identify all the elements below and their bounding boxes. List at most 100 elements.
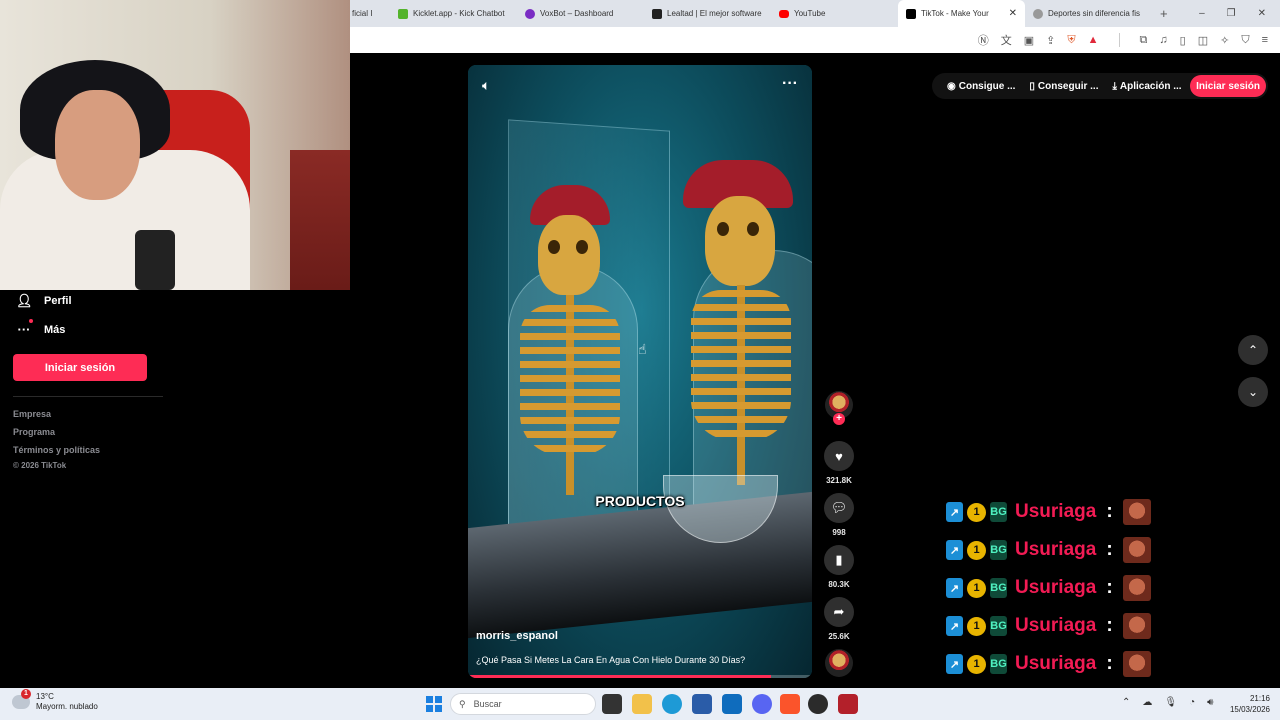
more-options-icon[interactable]: ··· (782, 75, 798, 93)
footer-link-terms[interactable]: Términos y políticas (13, 445, 100, 455)
sound-disc[interactable] (822, 649, 856, 677)
window-controls: – ❐ ✕ (1199, 8, 1280, 19)
ribcage (520, 305, 620, 455)
share-button[interactable]: ➦ 25.6K (822, 597, 856, 641)
leo-icon[interactable]: ✧ (1220, 34, 1229, 47)
clock[interactable]: 21:16 15/03/2026 (1224, 693, 1270, 715)
discord-icon[interactable] (752, 694, 772, 714)
edge-icon[interactable] (662, 694, 682, 714)
date: 15/03/2026 (1229, 705, 1270, 714)
vpn-icon[interactable]: ⛉ (1241, 34, 1249, 47)
get-coins-link[interactable]: ◉ Consigue ... (940, 81, 1022, 92)
badge-icon: BG (990, 578, 1007, 598)
footer-link-company[interactable]: Empresa (13, 409, 51, 419)
windows-logo-tile (426, 705, 433, 712)
video-player[interactable]: 🔈︎ ··· PRODUCTOS ☝︎ morris_espanol ¿Qué … (468, 65, 812, 678)
desktop-app-link[interactable]: ⤓ Aplicación ... (1105, 81, 1188, 92)
video-author[interactable]: morris_espanol (476, 630, 558, 642)
footer-link-program[interactable]: Programa (13, 427, 55, 437)
skull (705, 196, 775, 286)
start-button[interactable] (426, 696, 442, 712)
brave-shield-icon[interactable]: ⛨ (1067, 34, 1075, 47)
wifi-icon[interactable]: ◔ (1189, 697, 1195, 708)
chat-separator: : (1106, 539, 1113, 560)
comment-icon: 💬︎ (824, 493, 854, 523)
browser-tab[interactable]: YouTube (771, 0, 898, 27)
volume-icon[interactable]: 🔈︎ (482, 77, 490, 94)
store-icon[interactable] (692, 694, 712, 714)
microphone-icon[interactable]: 🎙︎ (1164, 697, 1177, 708)
screenshot-icon[interactable]: ▣ (1024, 34, 1034, 47)
badge-icon: BG (990, 540, 1007, 560)
sidebar-item-profile[interactable]: 👤︎ Perfil (16, 293, 72, 309)
chat-separator: : (1106, 615, 1113, 636)
close-window-button[interactable]: ✕ (1258, 8, 1266, 19)
outlook-icon[interactable] (722, 694, 742, 714)
save-button[interactable]: ▮ 80.3K (822, 545, 856, 589)
video-progress-bar[interactable] (468, 675, 812, 678)
wallet-icon[interactable]: ◫ (1198, 34, 1208, 47)
next-video-button[interactable]: ⌄ (1238, 377, 1268, 407)
chat-message: ↗ 1 BG Usuriaga : (946, 574, 1151, 602)
previous-video-button[interactable]: ⌃ (1238, 335, 1268, 365)
taskbar-search[interactable]: ⚲ Buscar (450, 693, 596, 715)
new-tab-button[interactable]: + (1152, 6, 1176, 21)
reader-icon[interactable]: Ⓝ (978, 32, 989, 48)
chevron-up-icon[interactable]: ⌃ (1122, 697, 1130, 708)
chat-message: ↗ 1 BG Usuriaga : (946, 498, 1151, 526)
translate-icon[interactable]: 文 (1001, 32, 1012, 48)
menu-icon[interactable]: ≡ (1262, 34, 1268, 46)
music-icon[interactable]: ♫ (1159, 34, 1167, 46)
video-description: ¿Qué Pasa Si Metes La Cara En Agua Con H… (476, 655, 746, 665)
header-login-button[interactable]: Iniciar sesión (1190, 75, 1266, 97)
creator-avatar[interactable]: + (822, 391, 856, 425)
brave-icon[interactable] (780, 694, 800, 714)
browser-tab[interactable]: Kicklet.app - Kick Chatbot (390, 0, 517, 27)
emote-icon (1122, 651, 1151, 677)
browser-tab[interactable]: Lealtad | El mejor software (644, 0, 771, 27)
follow-plus-icon[interactable]: + (833, 413, 845, 425)
phone-icon: ▯ (1029, 80, 1035, 92)
extensions-icon[interactable]: ⧉ (1140, 34, 1148, 47)
obs-icon[interactable] (808, 694, 828, 714)
close-tab-icon[interactable]: ✕ (1009, 8, 1017, 19)
weather-alert-badge: 1 (21, 689, 31, 699)
minimize-button[interactable]: – (1199, 8, 1205, 19)
network-icon[interactable]: ☁︎ (1142, 697, 1152, 708)
brave-rewards-icon[interactable]: ▲ (1088, 34, 1099, 46)
globe-icon (1033, 8, 1043, 19)
chat-message: ↗ 1 BG Usuriaga : (946, 650, 1151, 678)
tab-title: ficial I (352, 9, 373, 18)
toolbar-divider (1118, 33, 1120, 47)
browser-tab[interactable]: VoxBot – Dashboard (517, 0, 644, 27)
coin-icon: ◉ (947, 80, 956, 92)
task-view-icon[interactable] (602, 694, 622, 714)
volume-icon[interactable]: 🔊︎ (1207, 697, 1213, 708)
video-progress-fill (468, 675, 771, 678)
taskbar: 1 13°C Mayorm. nublado ⚲ Buscar ⌃ ☁︎ 🎙︎ (0, 688, 1280, 720)
chevron-up-icon: ⌃ (1247, 343, 1259, 357)
get-app-link[interactable]: ▯ Conseguir ... (1022, 81, 1105, 92)
browser-tab[interactable]: ficial I (350, 0, 390, 27)
app-icon[interactable] (838, 694, 858, 714)
chat-separator: : (1106, 501, 1113, 522)
chat-username: Usuriaga (1015, 615, 1097, 636)
comment-button[interactable]: 💬︎ 998 (822, 493, 856, 537)
maximize-button[interactable]: ❐ (1227, 8, 1236, 19)
file-explorer-icon[interactable] (632, 694, 652, 714)
badge-icon: BG (990, 616, 1007, 636)
browser-tab[interactable]: Deportes sin diferencia fis (1025, 0, 1152, 27)
tab-title: Kicklet.app - Kick Chatbot (413, 9, 505, 18)
weather-widget[interactable]: 1 13°C Mayorm. nublado (12, 689, 98, 712)
browser-tab-active[interactable]: TikTok - Make Your ✕ (898, 0, 1025, 27)
sidebar-item-more[interactable]: ··· Más (16, 319, 65, 337)
sidebar-login-button[interactable]: Iniciar sesión (13, 354, 147, 381)
chat-separator: : (1106, 577, 1113, 598)
skull-eye (576, 240, 588, 254)
sidebar-toggle-icon[interactable]: ▯ (1180, 34, 1186, 47)
share-icon[interactable]: ⇪ (1046, 34, 1055, 47)
youtube-icon (779, 9, 789, 18)
like-button[interactable]: ♥ 321.8K (822, 441, 856, 485)
browser-toolbar: Ⓝ 文 ▣ ⇪ ⛨ ▲ ⧉ ♫ ▯ ◫ ✧ ⛉ ≡ (350, 27, 1280, 53)
badge-icon: 1 (967, 540, 986, 560)
